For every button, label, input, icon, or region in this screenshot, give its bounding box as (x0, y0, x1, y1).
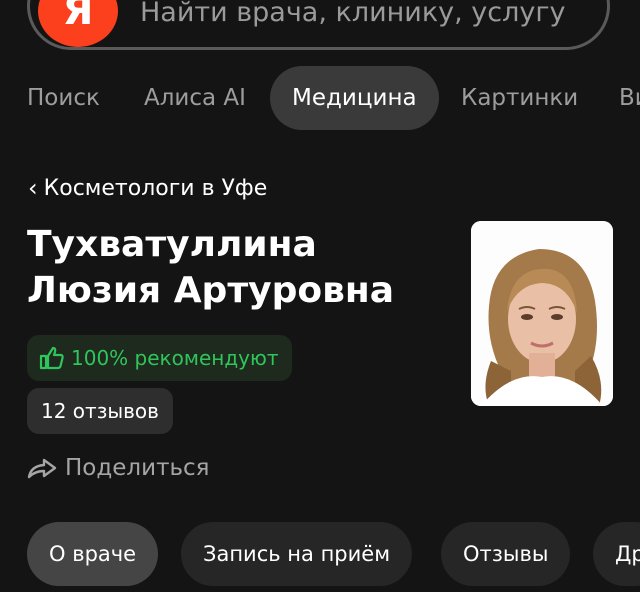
logo-letter: Я (62, 0, 94, 34)
tab-reviews[interactable]: Отзывы (441, 522, 571, 586)
search-bar[interactable]: Я Найти врача, клинику, услугу (27, 0, 610, 50)
search-input[interactable]: Найти врача, клинику, услугу (140, 0, 600, 28)
tab-video[interactable]: Ви (619, 66, 640, 130)
section-tabs: О враче Запись на приём Отзывы Др (0, 522, 640, 588)
doctor-photo[interactable] (471, 221, 613, 406)
share-label: Поделиться (65, 455, 210, 481)
tab-medicine[interactable]: Медицина (270, 66, 439, 130)
breadcrumb[interactable]: ‹ Косметологи в Уфе (28, 174, 267, 202)
reviews-label: 12 отзывов (41, 399, 159, 423)
tab-appointment[interactable]: Запись на приём (181, 522, 413, 586)
yandex-logo[interactable]: Я (38, 0, 118, 47)
share-icon (27, 458, 57, 479)
tab-search[interactable]: Поиск (27, 66, 100, 130)
share-button[interactable]: Поделиться (27, 446, 210, 490)
tab-about-doctor[interactable]: О враче (27, 522, 159, 586)
doctor-given-names: Люзия Артуровна (27, 270, 395, 311)
doctor-name: Тухватуллина Люзия Артуровна (27, 222, 447, 314)
reviews-count[interactable]: 12 отзывов (27, 388, 173, 434)
tab-images[interactable]: Картинки (461, 66, 578, 130)
tab-other[interactable]: Др (593, 522, 640, 586)
thumbs-up-icon (39, 346, 64, 370)
service-tabs: Поиск Алиса AI Медицина Картинки Ви (0, 66, 640, 130)
recommend-badge: 100% рекомендуют (27, 335, 293, 381)
tab-alice[interactable]: Алиса AI (144, 66, 246, 130)
chevron-left-icon: ‹ (28, 174, 38, 202)
breadcrumb-label: Косметологи в Уфе (43, 175, 268, 201)
recommend-text: 100% рекомендуют (71, 346, 279, 370)
doctor-surname: Тухватуллина (27, 224, 317, 265)
doctor-portrait (471, 221, 613, 406)
